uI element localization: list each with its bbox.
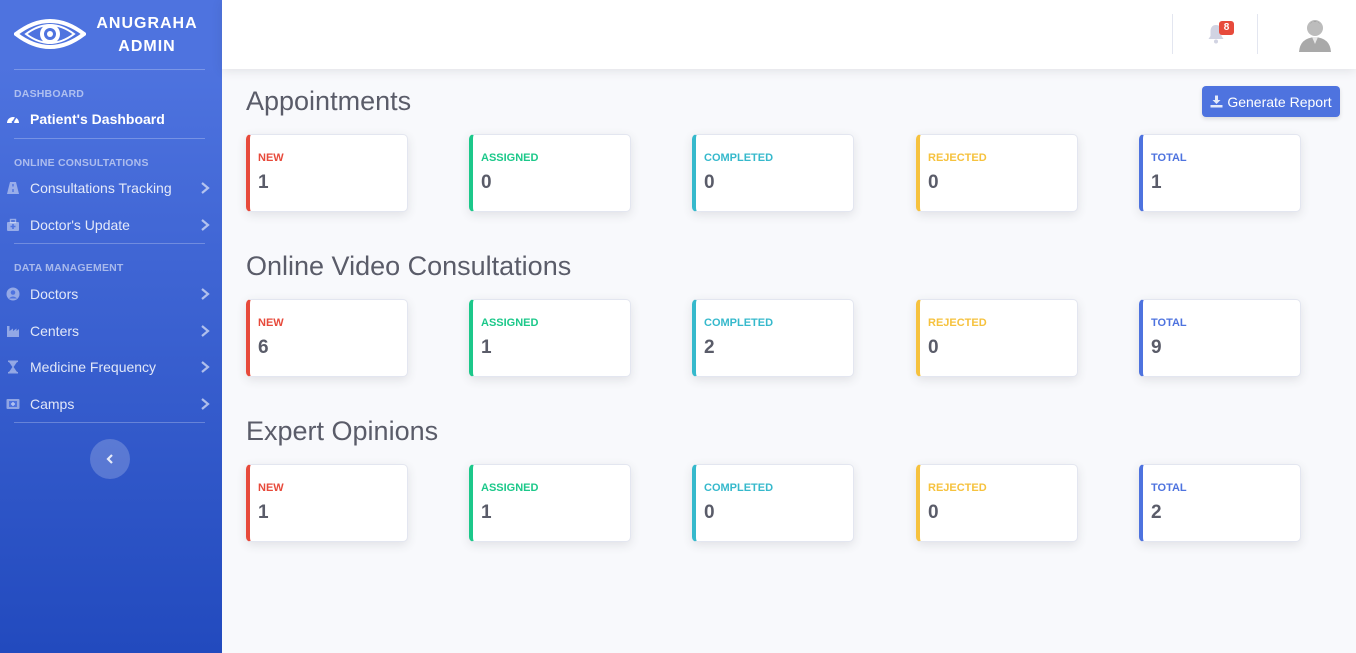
sidebar-heading-dashboard: DASHBOARD (14, 88, 85, 100)
sidebar-divider (14, 138, 205, 139)
chevron-left-icon (106, 454, 113, 464)
stat-card-label: TOTAL (1151, 482, 1187, 494)
clinic-icon (6, 399, 20, 409)
chevron-right-icon (201, 288, 210, 300)
sidebar-item-label: Doctor's Update (30, 217, 130, 233)
road-icon (7, 182, 19, 194)
stat-card-label: TOTAL (1151, 152, 1187, 164)
stat-card-label: ASSIGNED (481, 152, 539, 164)
stat-card-completed[interactable]: COMPLETED 2 (692, 299, 854, 377)
user-circle-icon (6, 287, 20, 301)
sidebar-item-camps[interactable]: Camps (0, 389, 222, 419)
topbar-divider (1257, 14, 1258, 54)
stat-card-label: NEW (258, 152, 284, 164)
sidebar-item-label: Patient's Dashboard (30, 111, 165, 127)
chevron-right-icon (201, 219, 210, 231)
stat-card-value: 0 (481, 172, 492, 193)
stat-card-assigned[interactable]: ASSIGNED 0 (469, 134, 631, 212)
download-icon (1210, 95, 1223, 108)
eye-logo-icon (14, 19, 86, 49)
stat-card-label: TOTAL (1151, 317, 1187, 329)
sidebar-divider (14, 69, 205, 70)
brand-name: ANUGRAHA ADMIN (92, 12, 202, 58)
sidebar-heading-data: DATA MANAGEMENT (14, 262, 124, 274)
stat-card-label: COMPLETED (704, 152, 774, 164)
stat-card-rejected[interactable]: REJECTED 0 (916, 299, 1078, 377)
sidebar-item-label: Consultations Tracking (30, 180, 172, 196)
stat-card-value: 0 (704, 502, 715, 523)
section-title-expert-opinions: Expert Opinions (246, 416, 439, 446)
brand[interactable]: ANUGRAHA ADMIN (0, 0, 222, 68)
stat-card-label: ASSIGNED (481, 317, 539, 329)
stat-card-value: 9 (1151, 337, 1162, 358)
chevron-right-icon (201, 182, 210, 194)
brand-line1: ANUGRAHA (96, 15, 198, 32)
topbar: 8 (222, 0, 1356, 69)
brand-line2: ADMIN (118, 38, 176, 55)
stat-card-value: 2 (1151, 502, 1162, 523)
stat-card-new[interactable]: NEW 1 (246, 464, 408, 542)
stat-card-total[interactable]: TOTAL 2 (1139, 464, 1301, 542)
sidebar-heading-online: ONLINE CONSULTATIONS (14, 157, 149, 169)
stat-card-label: COMPLETED (704, 482, 774, 494)
stat-card-completed[interactable]: COMPLETED 0 (692, 464, 854, 542)
sidebar-item-consultations-tracking[interactable]: Consultations Tracking (0, 173, 222, 203)
sidebar-item-patients-dashboard[interactable]: Patient's Dashboard (0, 104, 222, 134)
stat-card-label: ASSIGNED (481, 482, 539, 494)
stat-card-value: 1 (481, 337, 492, 358)
stat-card-new[interactable]: NEW 6 (246, 299, 408, 377)
stat-card-assigned[interactable]: ASSIGNED 1 (469, 464, 631, 542)
stat-card-label: NEW (258, 482, 284, 494)
stat-card-label: REJECTED (928, 152, 987, 164)
stat-card-total[interactable]: TOTAL 9 (1139, 299, 1301, 377)
stat-card-label: REJECTED (928, 482, 987, 494)
notification-badge: 8 (1219, 21, 1234, 35)
chevron-right-icon (201, 325, 210, 337)
sidebar-item-doctors-update[interactable]: Doctor's Update (0, 210, 222, 240)
topbar-divider (1172, 14, 1173, 54)
stat-card-value: 0 (704, 172, 715, 193)
briefcase-medical-icon (7, 218, 19, 231)
stat-card-new[interactable]: NEW 1 (246, 134, 408, 212)
stat-card-assigned[interactable]: ASSIGNED 1 (469, 299, 631, 377)
chevron-right-icon (201, 361, 210, 373)
stat-card-total[interactable]: TOTAL 1 (1139, 134, 1301, 212)
section-title-appointments: Appointments (246, 86, 412, 116)
stat-card-value: 0 (928, 172, 939, 193)
chevron-right-icon (201, 398, 210, 410)
sidebar-item-doctors[interactable]: Doctors (0, 279, 222, 309)
stat-card-label: COMPLETED (704, 317, 774, 329)
stat-card-value: 6 (258, 337, 269, 358)
stat-card-value: 1 (258, 172, 269, 193)
sidebar-item-label: Doctors (30, 286, 79, 302)
section-title-online-video-consultations: Online Video Consultations (246, 251, 572, 281)
stat-card-value: 0 (928, 337, 939, 358)
stat-card-value: 1 (481, 502, 492, 523)
sidebar-item-medicine-frequency[interactable]: Medicine Frequency (0, 352, 222, 382)
stat-card-completed[interactable]: COMPLETED 0 (692, 134, 854, 212)
sidebar-item-label: Medicine Frequency (30, 359, 157, 375)
sidebar-item-label: Centers (30, 323, 80, 339)
sidebar-divider (14, 243, 205, 244)
sidebar-item-label: Camps (30, 396, 75, 412)
stat-card-rejected[interactable]: REJECTED 0 (916, 464, 1078, 542)
user-avatar[interactable] (1297, 16, 1333, 52)
stat-card-value: 1 (258, 502, 269, 523)
stat-card-label: NEW (258, 317, 284, 329)
sidebar-item-centers[interactable]: Centers (0, 316, 222, 346)
hourglass-icon (8, 360, 18, 374)
stat-card-value: 1 (1151, 172, 1162, 193)
generate-report-label: Generate Report (1227, 93, 1332, 110)
industry-icon (7, 326, 19, 337)
generate-report-button[interactable]: Generate Report (1202, 86, 1340, 117)
sidebar-divider (14, 422, 205, 423)
stat-card-label: REJECTED (928, 317, 987, 329)
sidebar: ANUGRAHA ADMIN DASHBOARD Patient's Dashb… (0, 0, 222, 653)
sidebar-toggle-button[interactable] (90, 439, 130, 479)
stat-card-rejected[interactable]: REJECTED 0 (916, 134, 1078, 212)
stat-card-value: 0 (928, 502, 939, 523)
tachometer-icon (7, 116, 19, 124)
stat-card-value: 2 (704, 337, 715, 358)
